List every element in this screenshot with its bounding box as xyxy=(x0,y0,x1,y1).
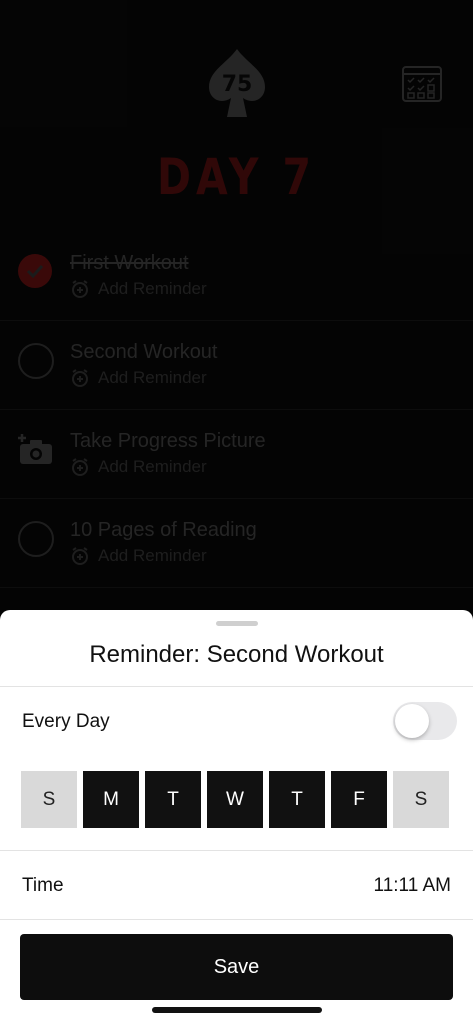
day-button-tuesday[interactable]: T xyxy=(145,771,201,828)
sheet-title: Reminder: Second Workout xyxy=(89,641,384,668)
every-day-toggle[interactable] xyxy=(393,702,457,740)
day-button-wednesday[interactable]: W xyxy=(207,771,263,828)
reminder-sheet: Reminder: Second Workout Every Day S M T… xyxy=(0,610,473,1024)
day-button-monday[interactable]: M xyxy=(83,771,139,828)
home-indicator xyxy=(152,1007,322,1013)
toggle-knob xyxy=(395,704,429,738)
time-value[interactable]: 11:11 AM xyxy=(374,875,451,897)
divider xyxy=(0,919,473,920)
app-background: 75 DAY 7 First Workout Add Reminder Seco… xyxy=(0,0,473,620)
day-button-friday[interactable]: F xyxy=(331,771,387,828)
time-label: Time xyxy=(22,875,64,896)
sheet-grabber[interactable] xyxy=(216,621,258,626)
every-day-label: Every Day xyxy=(22,711,110,732)
divider xyxy=(0,850,473,851)
dim-overlay[interactable] xyxy=(0,0,473,620)
weekday-selector: S M T W T F S xyxy=(21,771,449,828)
day-button-sunday[interactable]: S xyxy=(21,771,77,828)
divider xyxy=(0,686,473,687)
save-button[interactable]: Save xyxy=(20,934,453,1000)
day-button-thursday[interactable]: T xyxy=(269,771,325,828)
day-button-saturday[interactable]: S xyxy=(393,771,449,828)
